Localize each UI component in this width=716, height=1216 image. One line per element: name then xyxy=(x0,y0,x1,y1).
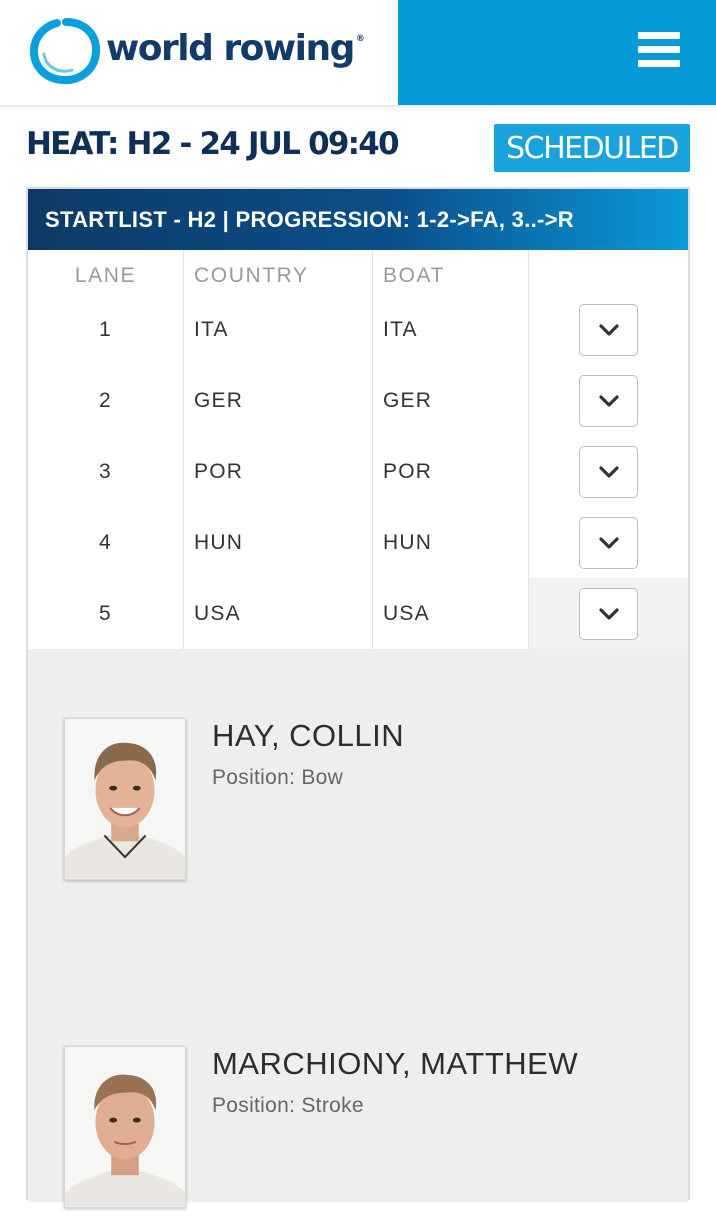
lane-cell: 2 xyxy=(28,365,184,436)
country-cell: HUN xyxy=(184,507,373,578)
lane-cell: 5 xyxy=(28,578,184,649)
athlete-card[interactable]: HAY, COLLIN Position: Bow xyxy=(64,718,664,888)
action-cell xyxy=(529,365,688,436)
action-cell xyxy=(529,294,688,365)
country-cell: USA xyxy=(184,578,373,649)
top-bar: world rowing ® xyxy=(0,0,716,105)
crew-details: HAY, COLLIN Position: Bow MARCHIONY, MAT… xyxy=(28,656,688,1208)
hamburger-menu-icon[interactable] xyxy=(638,32,680,68)
expand-crew-button[interactable] xyxy=(579,516,638,569)
status-badge: SCHEDULED xyxy=(494,124,690,172)
boat-cell: GER xyxy=(373,365,529,436)
header-divider xyxy=(0,105,716,109)
table-row: 2 GER GER xyxy=(28,365,688,436)
country-cell: ITA xyxy=(184,294,373,365)
world-rowing-logo-mark-icon xyxy=(29,18,101,85)
country-cell: GER xyxy=(184,365,373,436)
startlist-table: LANE COUNTRY BOAT 1 ITA ITA 2 GER GER 3 … xyxy=(28,250,688,649)
lane-cell: 1 xyxy=(28,294,184,365)
collapse-crew-button[interactable] xyxy=(579,587,638,640)
expand-crew-button[interactable] xyxy=(579,303,638,356)
menu-bar xyxy=(398,0,716,105)
table-row: 1 ITA ITA xyxy=(28,294,688,365)
table-row: 4 HUN HUN xyxy=(28,507,688,578)
column-header-country: COUNTRY xyxy=(184,250,373,294)
logo-text: world rowing ® xyxy=(106,27,365,69)
table-row: 5 USA USA xyxy=(28,578,688,649)
chevron-down-icon xyxy=(598,465,619,478)
athlete-position: Position: Bow xyxy=(212,766,344,789)
action-cell xyxy=(529,578,688,649)
chevron-down-icon xyxy=(598,536,619,549)
startlist-panel: STARTLIST - H2 | PROGRESSION: 1-2->FA, 3… xyxy=(26,187,690,1208)
athlete-photo xyxy=(64,718,186,880)
heat-title: HEAT: H2 - 24 JUL 09:40 xyxy=(26,126,400,162)
athlete-position: Position: Stroke xyxy=(212,1094,364,1117)
action-cell xyxy=(529,436,688,507)
lane-cell: 3 xyxy=(28,436,184,507)
athlete-portrait-icon xyxy=(65,719,185,879)
athlete-card[interactable]: MARCHIONY, MATTHEW Position: Stroke xyxy=(64,1046,664,1216)
boat-cell: POR xyxy=(373,436,529,507)
table-row: 3 POR POR xyxy=(28,436,688,507)
boat-cell: ITA xyxy=(373,294,529,365)
expand-crew-button[interactable] xyxy=(579,445,638,498)
chevron-down-icon xyxy=(598,323,619,336)
athlete-name: MARCHIONY, MATTHEW xyxy=(212,1046,579,1081)
startlist-header: STARTLIST - H2 | PROGRESSION: 1-2->FA, 3… xyxy=(28,189,688,250)
athlete-photo xyxy=(64,1046,186,1208)
action-cell xyxy=(529,507,688,578)
column-header-lane: LANE xyxy=(28,250,184,294)
world-rowing-logo[interactable]: world rowing ® xyxy=(26,14,386,86)
chevron-down-icon xyxy=(598,394,619,407)
table-header-row: LANE COUNTRY BOAT xyxy=(28,250,688,294)
country-cell: POR xyxy=(184,436,373,507)
athlete-portrait-icon xyxy=(65,1047,185,1207)
column-header-boat: BOAT xyxy=(373,250,529,294)
lane-cell: 4 xyxy=(28,507,184,578)
boat-cell: HUN xyxy=(373,507,529,578)
athlete-name: HAY, COLLIN xyxy=(212,718,405,753)
chevron-down-icon xyxy=(598,607,619,620)
expand-crew-button[interactable] xyxy=(579,374,638,427)
column-header-action xyxy=(529,250,688,294)
boat-cell: USA xyxy=(373,578,529,649)
